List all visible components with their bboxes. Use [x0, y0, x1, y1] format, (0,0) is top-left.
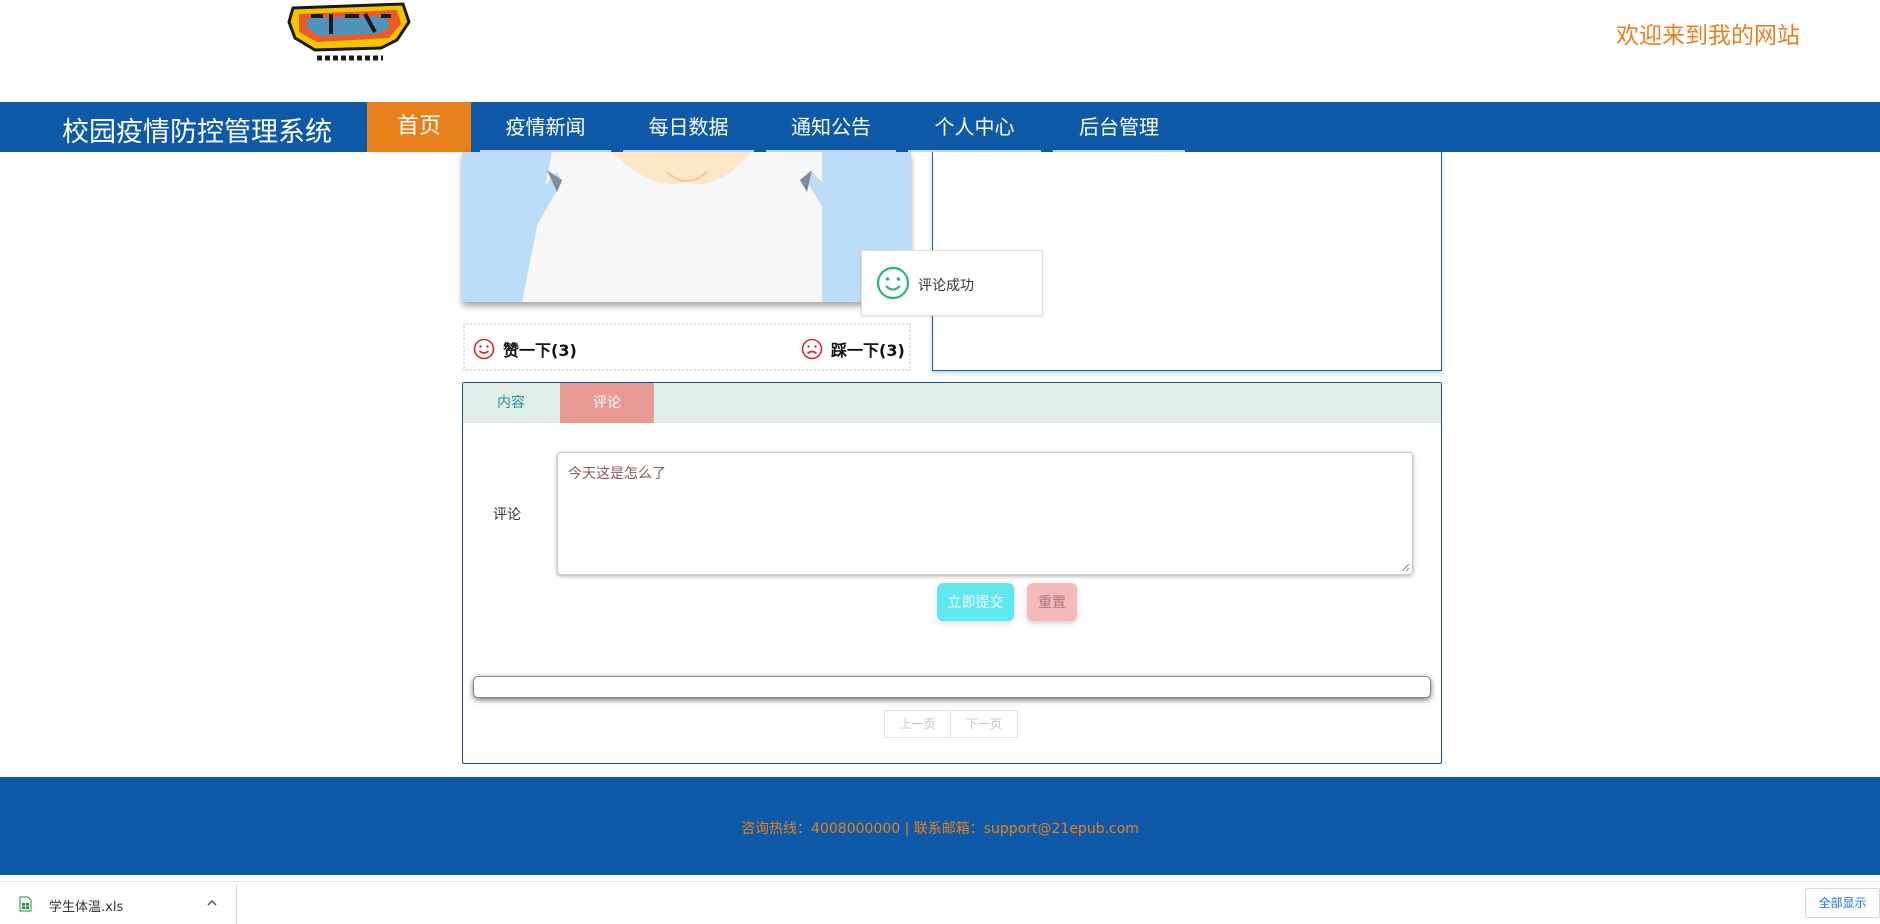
- divider: [236, 884, 237, 924]
- chevron-up-icon[interactable]: [205, 896, 219, 910]
- nav-item-label: 每日数据: [648, 115, 729, 139]
- site-title: 校园疫情防控管理系统: [62, 117, 332, 148]
- resize-handle-icon[interactable]: [1400, 562, 1410, 572]
- comment-input[interactable]: 今天这是怎么了: [557, 452, 1413, 575]
- show-all-button[interactable]: 全部显示: [1805, 888, 1880, 918]
- nav-item-admin[interactable]: 后台管理: [1047, 102, 1191, 152]
- like-button[interactable]: 赞一下(3): [473, 337, 577, 361]
- main-nav: 校园疫情防控管理系统 首页 疫情新闻 每日数据 通知公告 个人中心 后台管理: [0, 102, 1880, 152]
- dislike-label: 踩一下(3): [831, 341, 905, 360]
- detail-tabs: 内容 评论 评论 今天这是怎么了 立即提交 重置 上一页 下一页: [462, 382, 1442, 764]
- nav-item-label: 个人中心: [934, 115, 1015, 139]
- tab-content[interactable]: 内容: [463, 383, 559, 423]
- download-file-name[interactable]: 学生体温.xls: [49, 896, 123, 915]
- like-label: 赞一下(3): [503, 341, 577, 360]
- smile-icon: [876, 266, 910, 300]
- nav-item-label: 通知公告: [791, 115, 871, 139]
- smile-icon: [473, 338, 495, 360]
- comment-list: [473, 676, 1431, 698]
- next-page-button[interactable]: 下一页: [951, 710, 1018, 738]
- pager: 上一页 下一页: [884, 710, 1018, 738]
- comment-label: 评论: [493, 507, 521, 523]
- site-logo[interactable]: [285, 2, 415, 68]
- article-image: [462, 152, 911, 302]
- cartoon-illustration: [462, 152, 911, 302]
- nav-item-label: 后台管理: [1079, 115, 1159, 139]
- nav-item-notices[interactable]: 通知公告: [760, 102, 902, 152]
- sad-face-icon: [801, 338, 823, 360]
- vote-bar: 赞一下(3) 踩一下(3): [463, 323, 911, 371]
- site-footer: 咨询热线：4008000000 | 联系邮箱：support@21epub.co…: [0, 777, 1880, 875]
- footer-contact: 咨询热线：4008000000 | 联系邮箱：support@21epub.co…: [741, 821, 1139, 837]
- dislike-button[interactable]: 踩一下(3): [801, 337, 905, 361]
- reset-button[interactable]: 重置: [1027, 583, 1077, 621]
- nav-item-profile[interactable]: 个人中心: [902, 102, 1047, 152]
- spreadsheet-file-icon: [19, 896, 32, 912]
- nav-item-home[interactable]: 首页: [367, 102, 471, 152]
- nav-item-news[interactable]: 疫情新闻: [474, 102, 617, 152]
- nav-item-daily-data[interactable]: 每日数据: [617, 102, 760, 152]
- download-bar: 学生体温.xls 全部显示: [0, 881, 1880, 924]
- prev-page-button[interactable]: 上一页: [884, 710, 951, 738]
- tab-comment[interactable]: 评论: [560, 383, 654, 423]
- tab-header: 内容 评论: [463, 383, 1441, 423]
- site-header: 欢迎来到我的网站: [0, 0, 1880, 102]
- toast-text: 评论成功: [918, 278, 974, 294]
- submit-button[interactable]: 立即提交: [937, 583, 1014, 621]
- welcome-text: 欢迎来到我的网站: [1616, 23, 1800, 49]
- toast-message: 评论成功: [861, 250, 1043, 316]
- nav-item-label: 疫情新闻: [505, 115, 586, 139]
